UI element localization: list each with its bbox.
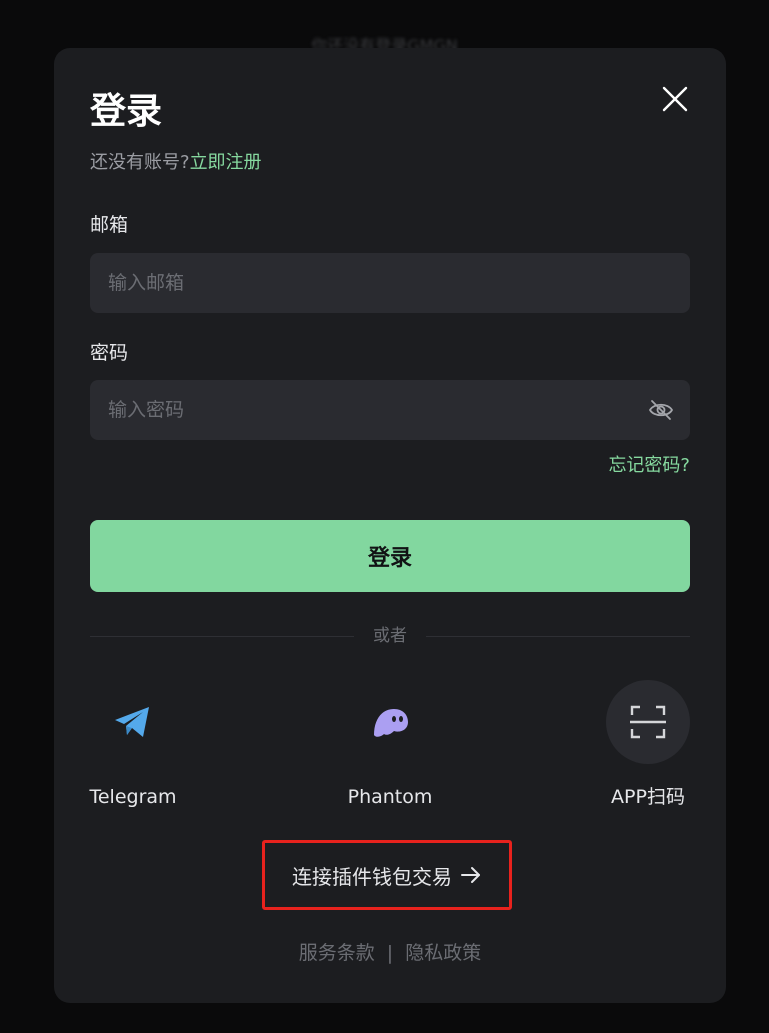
connect-wallet-label: 连接插件钱包交易 — [292, 864, 452, 889]
register-prompt: 还没有账号? — [90, 152, 190, 173]
login-button[interactable]: 登录 — [90, 520, 690, 592]
phantom-label: Phantom — [347, 786, 433, 808]
footer-links: 服务条款 | 隐私政策 — [54, 940, 726, 966]
modal-title: 登录 — [90, 91, 163, 132]
phantom-login-button[interactable]: Phantom — [330, 680, 450, 810]
close-icon — [662, 86, 688, 112]
register-link[interactable]: 立即注册 — [190, 152, 262, 173]
arrow-right-icon — [461, 867, 480, 883]
phantom-icon — [374, 709, 408, 737]
divider-line-right — [426, 636, 690, 637]
email-field[interactable] — [108, 253, 672, 313]
privacy-link[interactable]: 隐私政策 — [405, 942, 481, 964]
telegram-label: Telegram — [89, 786, 177, 808]
password-label: 密码 — [90, 342, 129, 364]
terms-link[interactable]: 服务条款 — [299, 942, 375, 964]
password-field[interactable] — [108, 380, 648, 440]
app-scan-label: APP扫码 — [611, 786, 685, 808]
footer-separator: | — [386, 942, 394, 964]
email-field-box — [90, 253, 690, 313]
qr-scan-icon — [630, 705, 666, 739]
eye-off-icon[interactable] — [648, 397, 674, 423]
email-label: 邮箱 — [90, 214, 129, 236]
register-row: 还没有账号?立即注册 — [90, 150, 262, 176]
close-button[interactable] — [660, 84, 690, 114]
login-modal: 登录 还没有账号?立即注册 邮箱 密码 忘记密码? 登录 或者 — [54, 48, 726, 1003]
forgot-password-link[interactable]: 忘记密码? — [608, 453, 690, 479]
app-scan-login-button[interactable]: APP扫码 — [588, 680, 708, 810]
telegram-icon — [115, 707, 149, 737]
password-field-box — [90, 380, 690, 440]
connect-wallet-link[interactable]: 连接插件钱包交易 — [262, 840, 512, 910]
telegram-login-button[interactable]: Telegram — [73, 680, 193, 810]
